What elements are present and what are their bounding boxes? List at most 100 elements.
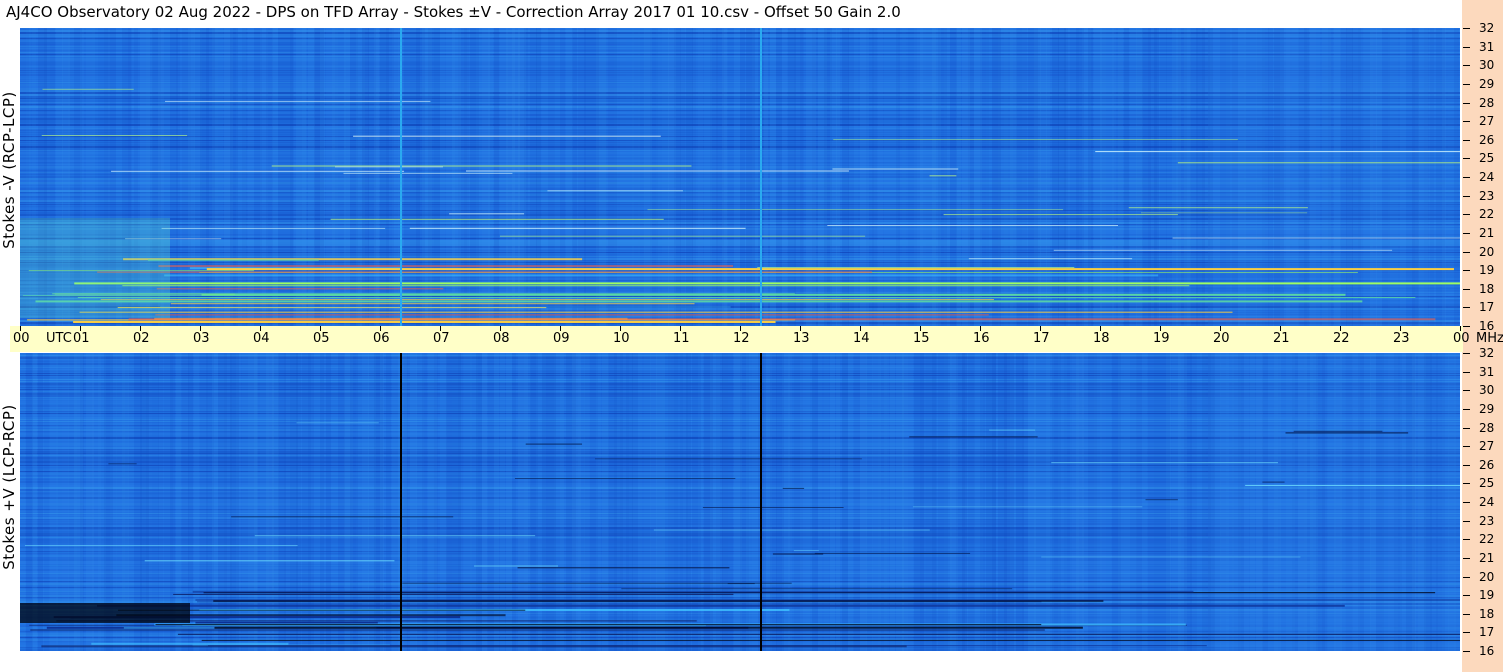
time-banding	[248, 28, 254, 326]
time-banding	[884, 28, 890, 326]
interference-line	[343, 172, 513, 174]
time-banding	[956, 28, 961, 326]
time-banding	[176, 28, 180, 326]
freq-tick-label: 30	[1479, 58, 1495, 72]
time-tick-label: 10	[613, 331, 630, 346]
time-banding	[242, 28, 247, 326]
interference-line	[833, 139, 1238, 141]
interference-line	[912, 506, 1143, 508]
time-banding	[686, 28, 693, 326]
time-banding	[896, 28, 900, 326]
time-banding	[434, 28, 440, 326]
time-banding	[1160, 28, 1167, 326]
interference-line	[353, 135, 661, 137]
time-banding	[290, 28, 294, 326]
time-banding	[776, 28, 782, 326]
chart-title: AJ4CO Observatory 02 Aug 2022 - DPS on T…	[6, 3, 901, 21]
time-banding	[836, 28, 840, 326]
interference-line	[144, 560, 395, 562]
freq-tick	[1463, 521, 1470, 522]
interference-line	[547, 190, 683, 192]
interference-line	[449, 213, 525, 215]
interference-line	[155, 624, 1042, 626]
time-banding	[218, 28, 223, 326]
freq-tick	[1463, 121, 1470, 122]
freq-tick	[1463, 539, 1470, 540]
time-tick-label: 04	[253, 331, 270, 346]
interference-line	[1172, 237, 1460, 239]
freq-tick	[1463, 214, 1470, 215]
interference-line	[1095, 151, 1460, 153]
time-banding	[1016, 28, 1022, 326]
freq-tick-label: 25	[1479, 476, 1495, 490]
interference-line	[192, 590, 1194, 593]
time-tick	[620, 326, 621, 331]
time-tick-label: 02	[133, 331, 150, 346]
time-banding	[320, 28, 325, 326]
interference-line	[111, 170, 405, 172]
freq-tick-label: 25	[1479, 151, 1495, 165]
time-banding	[584, 28, 590, 326]
interference-line	[158, 265, 734, 268]
time-banding	[1052, 28, 1059, 326]
interference-line	[173, 593, 734, 595]
vertical-marker-line	[760, 28, 762, 326]
time-tick	[680, 326, 681, 331]
freq-tick-label: 30	[1479, 383, 1495, 397]
time-tick	[200, 326, 201, 331]
freq-tick	[1463, 28, 1470, 29]
time-banding	[734, 28, 740, 326]
interference-line	[500, 235, 866, 237]
interference-line	[330, 218, 664, 220]
time-banding	[1184, 28, 1191, 326]
freq-tick-label: 28	[1479, 421, 1495, 435]
freq-tick	[1463, 651, 1470, 652]
time-banding	[404, 28, 410, 326]
time-tick	[1340, 326, 1341, 331]
time-banding	[566, 28, 573, 326]
interference-line	[832, 168, 959, 170]
interference-line	[909, 436, 1038, 438]
time-tick	[20, 326, 21, 331]
time-banding	[638, 28, 645, 326]
interference-line	[77, 297, 1416, 298]
time-banding	[614, 28, 618, 326]
time-banding	[740, 28, 745, 326]
interference-line	[195, 599, 1460, 601]
vertical-marker-line	[400, 353, 402, 651]
time-banding	[308, 28, 315, 326]
freq-tick-label: 22	[1479, 207, 1495, 221]
interference-line	[757, 267, 1075, 269]
time-banding	[344, 28, 350, 326]
time-tick-label: 19	[1153, 331, 1170, 346]
top-spectrogram	[20, 28, 1460, 326]
time-tick	[980, 326, 981, 331]
time-tick-label: 06	[373, 331, 390, 346]
time-tick	[1400, 326, 1401, 331]
interference-line	[793, 550, 819, 552]
freq-tick	[1463, 577, 1470, 578]
freq-tick	[1463, 595, 1470, 596]
time-banding	[752, 28, 758, 326]
time-banding	[1130, 28, 1137, 326]
freq-tick	[1463, 140, 1470, 141]
interference-line	[201, 639, 1460, 641]
interference-line	[1177, 162, 1460, 164]
freq-tick	[1463, 84, 1470, 85]
freq-tick-label: 19	[1479, 263, 1495, 277]
time-tick	[800, 326, 801, 331]
time-banding	[656, 28, 662, 326]
time-banding	[854, 28, 858, 326]
interference-line	[1293, 430, 1383, 432]
interference-line	[968, 258, 1133, 260]
freq-tick	[1463, 233, 1470, 234]
time-banding	[698, 28, 703, 326]
interference-line	[517, 567, 730, 569]
time-banding	[848, 28, 854, 326]
vertical-marker-line	[760, 353, 762, 651]
time-tick	[1160, 326, 1161, 331]
time-tick-label: 09	[553, 331, 570, 346]
time-tick-label: 20	[1213, 331, 1230, 346]
time-tick-label: 08	[493, 331, 510, 346]
freq-tick-label: 31	[1479, 40, 1495, 54]
